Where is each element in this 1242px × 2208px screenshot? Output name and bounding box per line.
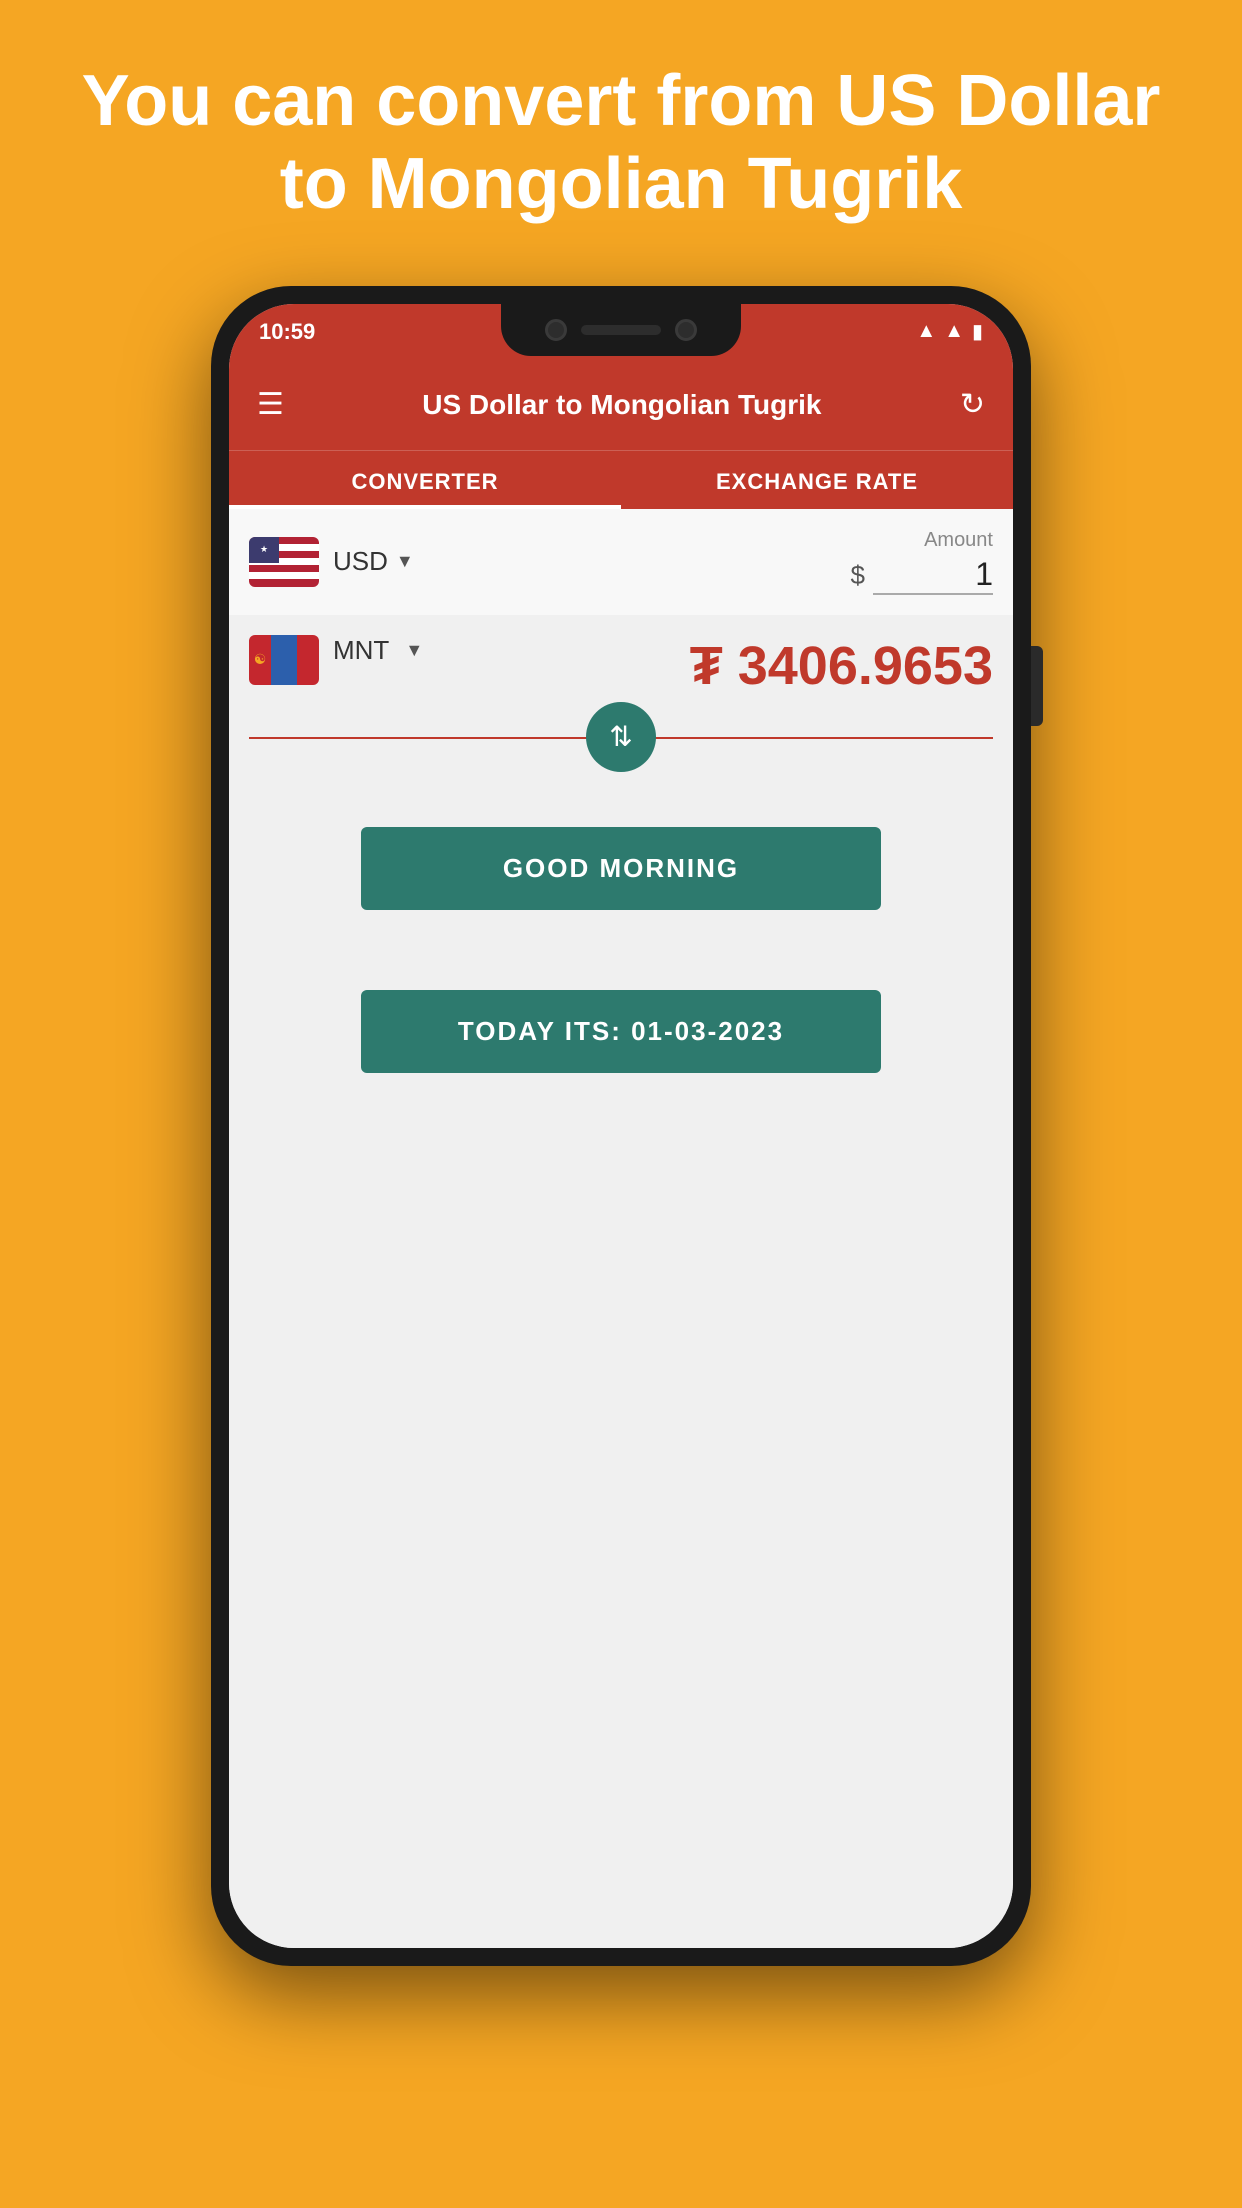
refresh-button[interactable]: ↻ — [960, 387, 985, 422]
signal-icon: ▲ — [944, 320, 964, 343]
main-content: ★ USD ▼ Amount $ — [229, 509, 1013, 1948]
wifi-icon: ▲ — [916, 320, 936, 343]
front-camera — [545, 319, 567, 341]
from-currency-row: ★ USD ▼ Amount $ — [229, 509, 1013, 615]
front-sensor — [675, 319, 697, 341]
from-currency-code: USD — [333, 546, 388, 577]
swap-button[interactable]: ⇅ — [586, 702, 656, 772]
to-currency-row: ☯ MNT ▼ ₮ 3406.9653 — [229, 615, 1013, 707]
power-button — [1031, 646, 1043, 726]
status-time: 10:59 — [259, 319, 315, 345]
phone-mockup: 10:59 ⚙ 🛡 ☁ ▲ ▲ ▮ ☰ US Dollar to Mo — [211, 286, 1031, 1966]
date-button[interactable]: TODAY ITS: 01-03-2023 — [361, 990, 881, 1073]
battery-icon: ▮ — [972, 319, 983, 344]
to-currency-dropdown[interactable]: ▼ — [405, 640, 423, 661]
from-currency-dropdown[interactable]: ▼ — [396, 551, 414, 572]
notch — [501, 304, 741, 356]
tab-exchange-rate[interactable]: EXCHANGE RATE — [621, 451, 1013, 509]
swap-arrows-icon: ⇅ — [609, 720, 632, 753]
amount-input[interactable] — [873, 556, 993, 595]
headline: You can convert from US Dollar to Mongol… — [0, 0, 1242, 276]
amount-label: Amount — [851, 529, 993, 552]
amount-input-row: $ — [851, 556, 993, 595]
from-currency-symbol: $ — [851, 560, 865, 591]
usd-flag: ★ — [249, 537, 319, 587]
status-right-icons: ▲ ▲ ▮ — [916, 319, 983, 344]
menu-button[interactable]: ☰ — [257, 387, 284, 422]
conversion-result: ₮ 3406.9653 — [690, 635, 993, 697]
mnt-flag: ☯ — [249, 635, 319, 685]
swap-area: ⇅ — [249, 707, 993, 767]
phone-shell: 10:59 ⚙ 🛡 ☁ ▲ ▲ ▮ ☰ US Dollar to Mo — [211, 286, 1031, 1966]
tab-bar: CONVERTER EXCHANGE RATE — [229, 450, 1013, 509]
app-bar: ☰ US Dollar to Mongolian Tugrik ↻ — [229, 360, 1013, 450]
to-currency-code: MNT — [333, 635, 389, 666]
amount-section: Amount $ — [851, 529, 993, 595]
app-title: US Dollar to Mongolian Tugrik — [284, 389, 960, 421]
phone-screen: 10:59 ⚙ 🛡 ☁ ▲ ▲ ▮ ☰ US Dollar to Mo — [229, 304, 1013, 1948]
speaker — [581, 325, 661, 335]
tab-converter[interactable]: CONVERTER — [229, 451, 621, 509]
greeting-button[interactable]: GOOD MORNING — [361, 827, 881, 910]
